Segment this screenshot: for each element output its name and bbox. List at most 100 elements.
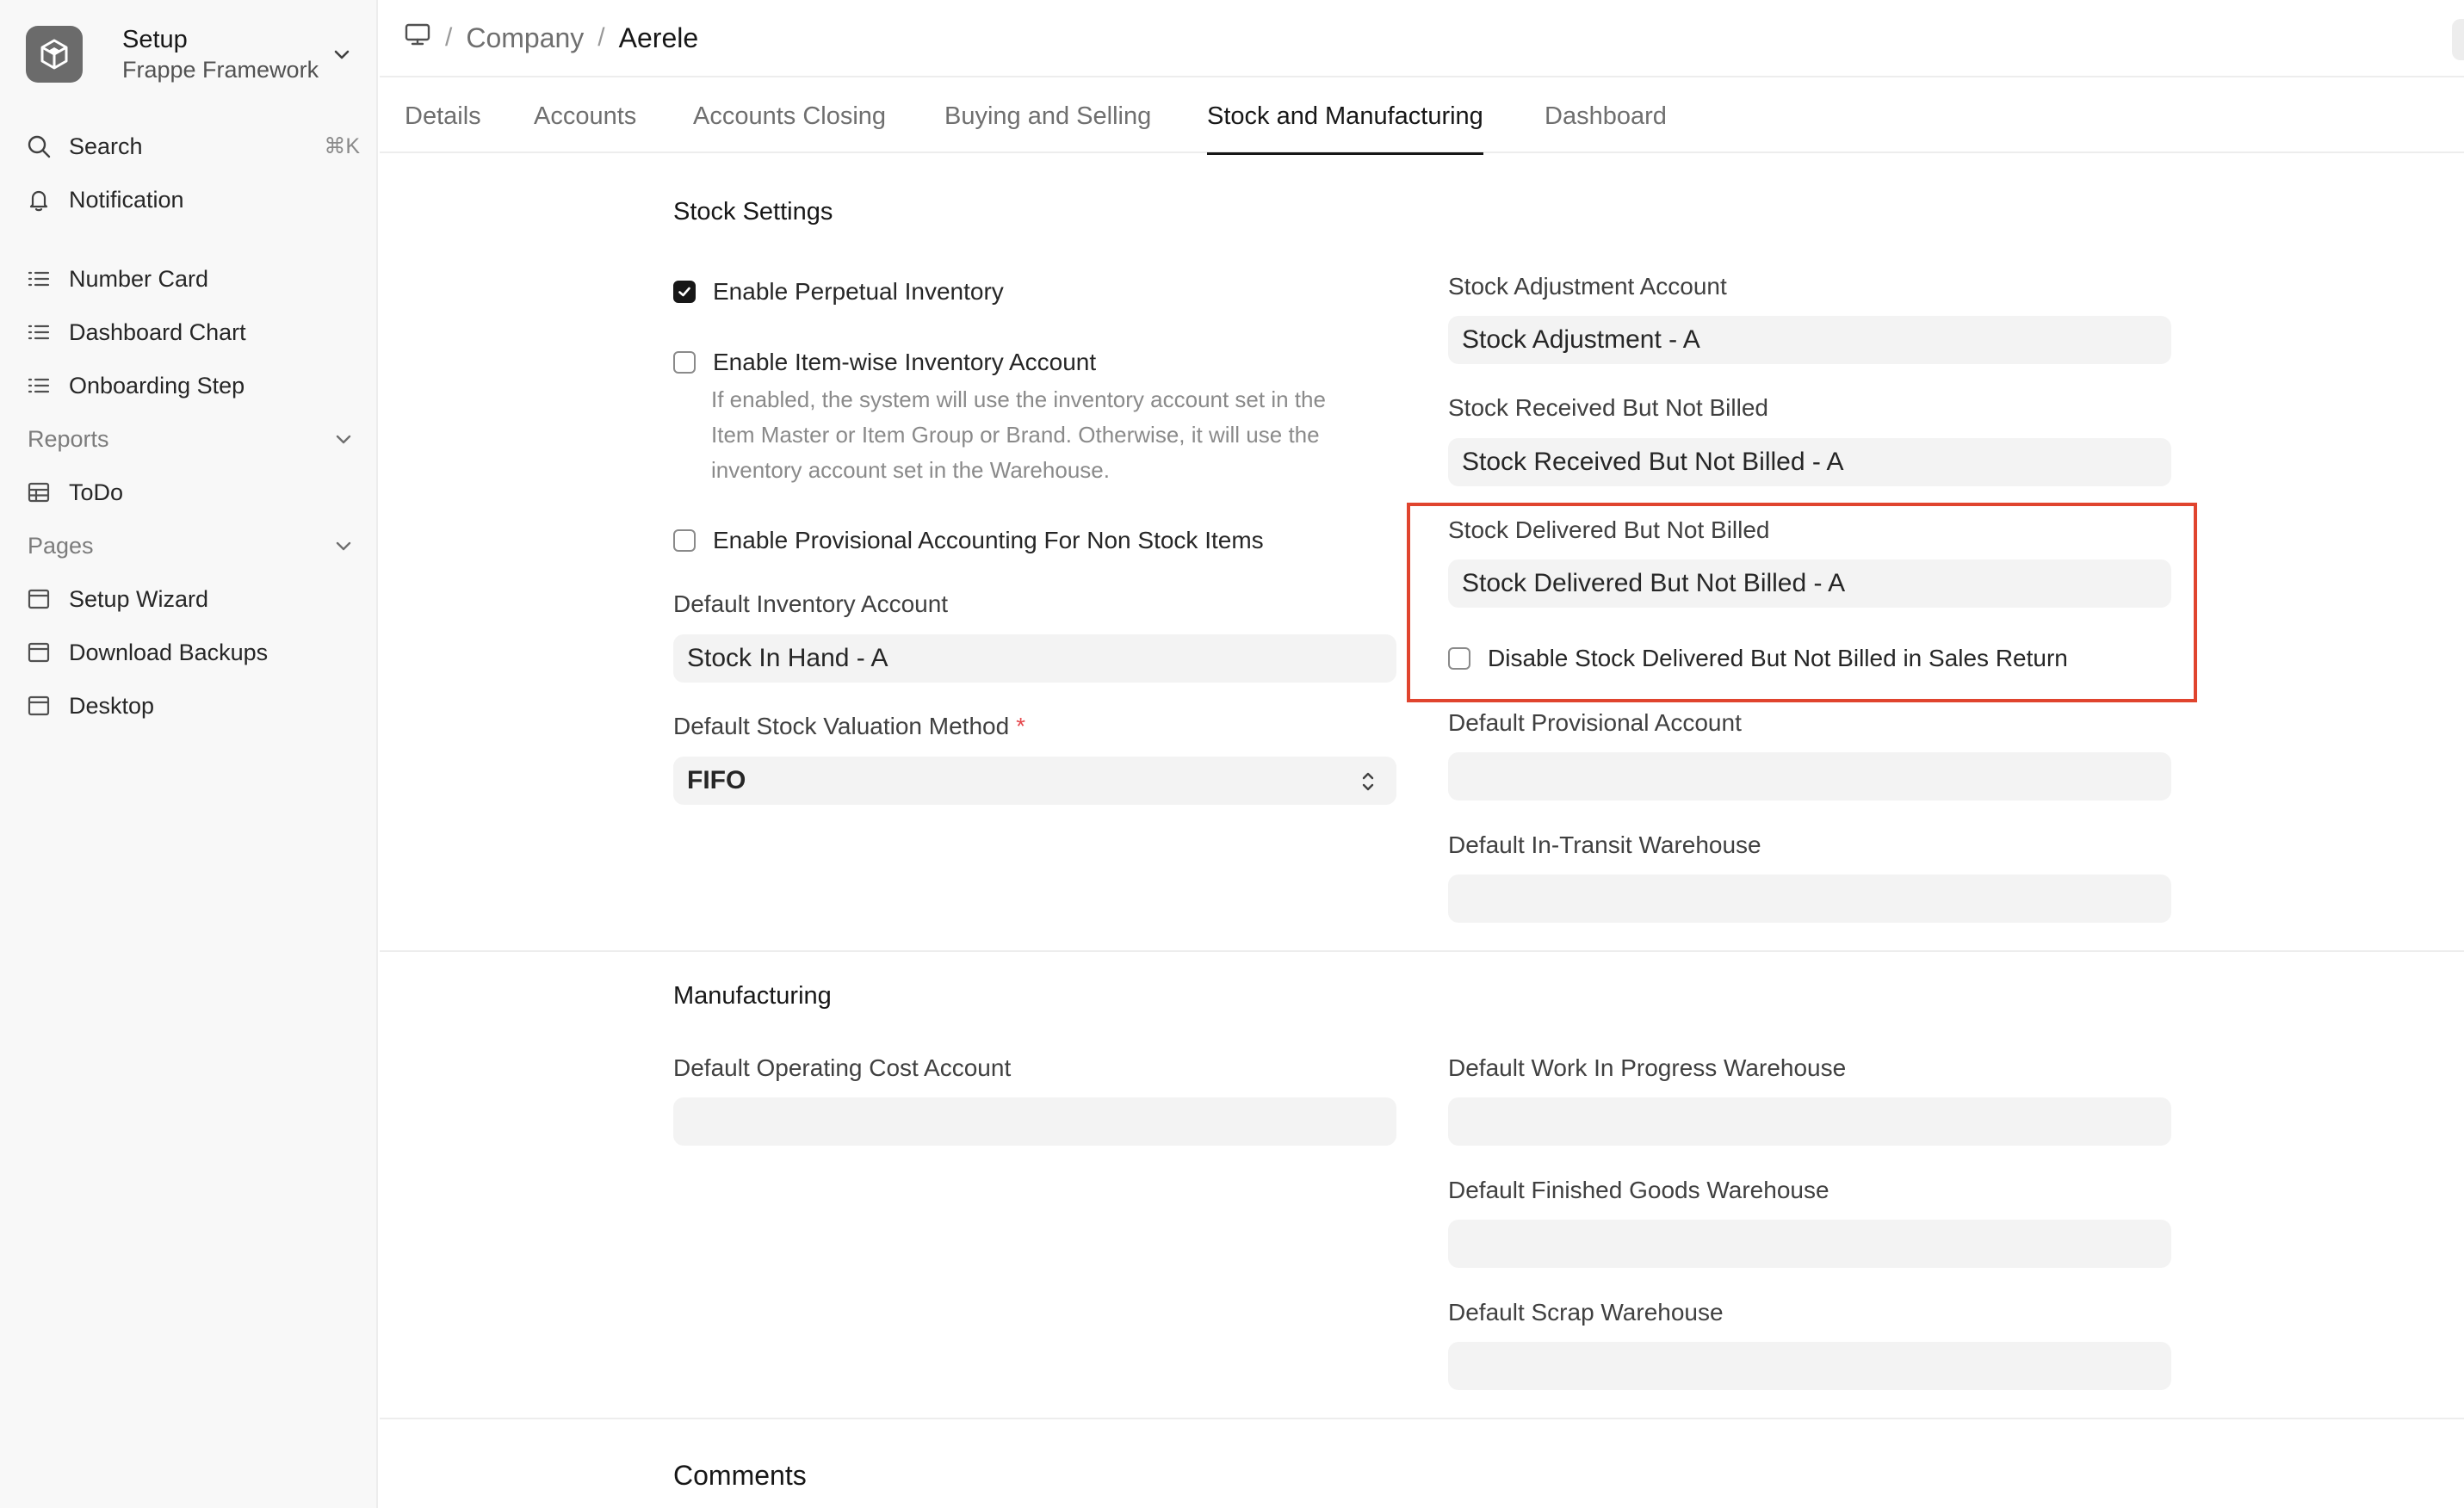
enable-provisional-accounting-checkbox[interactable]: Enable Provisional Accounting For Non St…: [673, 527, 1264, 554]
bell-icon: [24, 185, 53, 214]
stock-adjustment-account-label: Stock Adjustment Account: [1448, 273, 1727, 300]
sidebar-search[interactable]: Search ⌘K: [24, 124, 360, 169]
item-wise-help-text: If enabled, the system will use the inve…: [711, 382, 1400, 488]
breadcrumb-company[interactable]: Company: [466, 22, 584, 54]
list-icon: [24, 371, 53, 400]
stock-adjustment-account-field[interactable]: Stock Adjustment - A: [1448, 316, 2171, 364]
stock-received-but-not-billed-label: Stock Received But Not Billed: [1448, 394, 1768, 421]
tab-accounts[interactable]: Accounts: [534, 79, 636, 153]
field-label-text: Default Stock Valuation Method: [673, 713, 1010, 739]
tab-buying-and-selling[interactable]: Buying and Selling: [944, 79, 1151, 153]
default-scrap-warehouse-field[interactable]: [1448, 1342, 2171, 1390]
app-switcher[interactable]: Setup Frappe Framework: [26, 22, 353, 86]
header-action-button[interactable]: [2452, 19, 2464, 60]
help-line: inventory account set in the Warehouse.: [711, 457, 1110, 483]
default-stock-valuation-method-label: Default Stock Valuation Method *: [673, 713, 1025, 740]
search-shortcut: ⌘K: [324, 134, 360, 158]
sidebar: Setup Frappe Framework Search ⌘K Notific…: [0, 0, 378, 1508]
page-icon: [24, 638, 53, 667]
checkbox-label: Enable Perpetual Inventory: [713, 278, 1004, 305]
sidebar-item-todo[interactable]: ToDo: [24, 470, 360, 515]
default-in-transit-warehouse-field[interactable]: [1448, 875, 2171, 923]
default-provisional-account-field[interactable]: [1448, 752, 2171, 800]
breadcrumb: / Company / Aerele: [404, 21, 698, 55]
sidebar-item-onboarding-step[interactable]: Onboarding Step: [24, 363, 360, 408]
checkbox-unchecked-icon[interactable]: [673, 351, 696, 374]
breadcrumb-current: Aerele: [618, 22, 699, 53]
chevron-down-icon: [332, 535, 355, 557]
app-root: Setup Frappe Framework Search ⌘K Notific…: [0, 0, 2464, 1508]
sidebar-section-title: Pages: [28, 532, 94, 559]
tab-dashboard[interactable]: Dashboard: [1545, 79, 1667, 153]
default-provisional-account-label: Default Provisional Account: [1448, 709, 1742, 736]
tab-bar: Details Accounts Accounts Closing Buying…: [380, 79, 2464, 155]
sidebar-item-desktop[interactable]: Desktop: [24, 683, 360, 728]
default-inventory-account-label: Default Inventory Account: [673, 590, 949, 617]
page-icon: [24, 584, 53, 614]
sidebar-item-label: Number Card: [69, 265, 209, 292]
default-finished-goods-warehouse-field[interactable]: [1448, 1220, 2171, 1268]
default-operating-cost-account-label: Default Operating Cost Account: [673, 1054, 1012, 1081]
sidebar-notification[interactable]: Notification: [24, 177, 360, 222]
sidebar-item-label: ToDo: [69, 479, 124, 505]
tab-stock-and-manufacturing[interactable]: Stock and Manufacturing: [1207, 79, 1483, 155]
default-in-transit-warehouse-label: Default In-Transit Warehouse: [1448, 831, 1761, 858]
sidebar-item-setup-wizard[interactable]: Setup Wizard: [24, 577, 360, 621]
section-title-comments: Comments: [673, 1460, 807, 1491]
search-icon: [24, 132, 53, 161]
list-icon: [24, 264, 53, 294]
section-title-stock-settings: Stock Settings: [673, 198, 833, 226]
page-icon: [24, 691, 53, 720]
sidebar-item-label: Dashboard Chart: [69, 318, 246, 345]
monitor-icon[interactable]: [404, 21, 431, 55]
checkbox-label: Enable Item-wise Inventory Account: [713, 349, 1097, 375]
sidebar-item-download-backups[interactable]: Download Backups: [24, 630, 360, 675]
default-inventory-account-field[interactable]: Stock In Hand - A: [673, 634, 1396, 683]
page-header: / Company / Aerele: [380, 0, 2464, 77]
app-logo-icon: [26, 26, 83, 83]
chevron-down-icon: [332, 428, 355, 450]
field-value: Stock Received But Not Billed - A: [1462, 448, 1844, 476]
sidebar-item-label: Desktop: [69, 692, 155, 719]
sidebar-item-label: Onboarding Step: [69, 372, 245, 399]
sidebar-section-title: Reports: [28, 425, 109, 452]
field-value: Stock Adjustment - A: [1462, 325, 1700, 354]
stock-received-but-not-billed-field[interactable]: Stock Received But Not Billed - A: [1448, 438, 2171, 486]
checkbox-unchecked-icon[interactable]: [673, 529, 696, 552]
sidebar-section-reports[interactable]: Reports: [28, 417, 355, 461]
sidebar-item-label: Setup Wizard: [69, 585, 209, 612]
default-operating-cost-account-field[interactable]: [673, 1097, 1396, 1146]
field-value: Stock In Hand - A: [687, 644, 888, 672]
select-caret-icon: [1359, 769, 1377, 794]
section-divider: [380, 950, 2464, 952]
help-line: Item Master or Item Group or Brand. Othe…: [711, 422, 1320, 448]
default-finished-goods-warehouse-label: Default Finished Goods Warehouse: [1448, 1177, 1829, 1203]
enable-item-wise-inventory-checkbox[interactable]: Enable Item-wise Inventory Account: [673, 349, 1096, 376]
sidebar-search-label: Search: [69, 133, 143, 159]
chevron-down-icon: [331, 43, 353, 65]
default-scrap-warehouse-label: Default Scrap Warehouse: [1448, 1299, 1724, 1326]
breadcrumb-separator: /: [445, 23, 453, 52]
checkbox-label: Enable Provisional Accounting For Non St…: [713, 527, 1264, 553]
enable-perpetual-inventory-checkbox[interactable]: Enable Perpetual Inventory: [673, 278, 1004, 306]
sidebar-item-label: Download Backups: [69, 639, 269, 665]
tab-details[interactable]: Details: [405, 79, 481, 153]
section-divider: [380, 1418, 2464, 1419]
sidebar-notification-label: Notification: [69, 186, 184, 213]
highlight-box: [1407, 503, 2197, 702]
app-subtitle: Frappe Framework: [122, 57, 319, 83]
help-line: If enabled, the system will use the inve…: [711, 386, 1326, 412]
table-icon: [24, 478, 53, 507]
default-stock-valuation-method-select[interactable]: FIFO: [673, 757, 1396, 805]
section-title-manufacturing: Manufacturing: [673, 982, 832, 1010]
sidebar-item-dashboard-chart[interactable]: Dashboard Chart: [24, 310, 360, 355]
sidebar-item-number-card[interactable]: Number Card: [24, 256, 360, 301]
sidebar-section-pages[interactable]: Pages: [28, 523, 355, 568]
checkbox-checked-icon[interactable]: [673, 281, 696, 303]
app-title: Setup: [122, 26, 188, 53]
tab-accounts-closing[interactable]: Accounts Closing: [693, 79, 886, 153]
default-wip-warehouse-label: Default Work In Progress Warehouse: [1448, 1054, 1847, 1081]
required-mark: *: [1016, 713, 1026, 739]
list-icon: [24, 318, 53, 347]
default-wip-warehouse-field[interactable]: [1448, 1097, 2171, 1146]
